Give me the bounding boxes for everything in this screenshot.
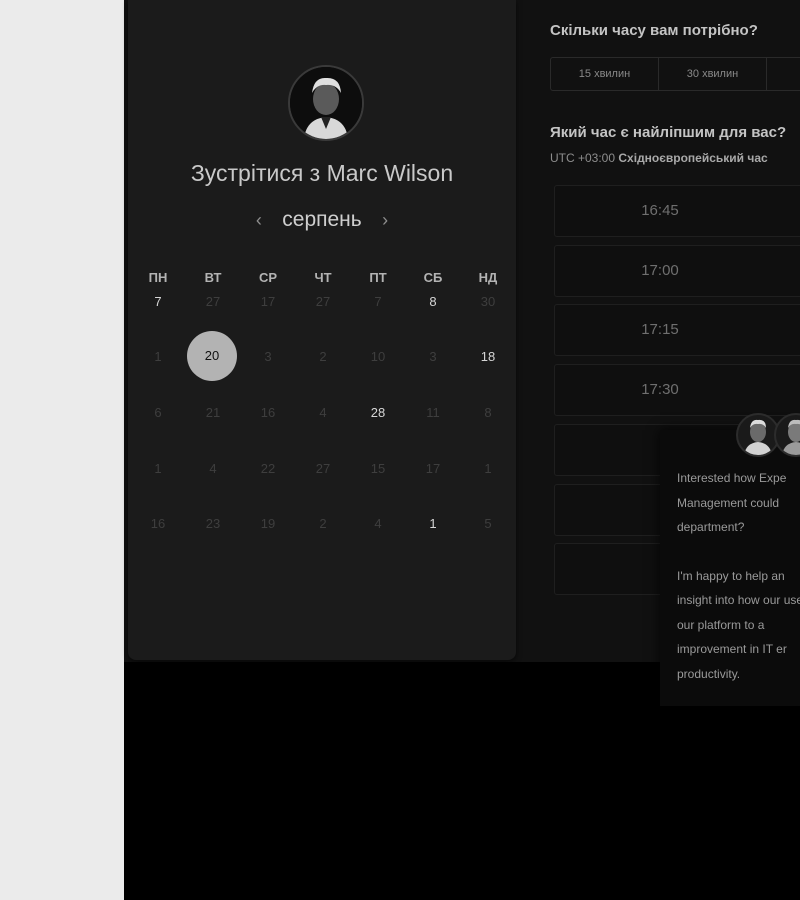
page-gutter	[0, 0, 124, 900]
duration-option-60[interactable]: 1	[767, 58, 800, 90]
duration-selector: 15 хвилин 30 хвилин 1	[550, 57, 800, 91]
duration-question: Скільки часу вам потрібно?	[550, 22, 758, 39]
calendar-day: 1	[484, 461, 492, 476]
time-slot[interactable]: 17:00	[554, 245, 800, 297]
timezone-offset: UTC +03:00	[550, 151, 616, 165]
calendar-day: 27	[315, 461, 331, 476]
calendar-day: 10	[370, 349, 386, 364]
meeting-title: Зустрітися з Marc Wilson	[190, 160, 454, 186]
calendar-day: 17	[260, 294, 276, 309]
calendar-day: 2	[319, 516, 327, 531]
calendar-day: 5	[484, 516, 492, 531]
calendar-day-selected[interactable]: 20	[187, 331, 237, 381]
calendar-day: 15	[370, 461, 386, 476]
timezone-label[interactable]: UTC +03:00 Східноєвропейський час	[550, 151, 768, 165]
timezone-name: Східноєвропейський час	[618, 151, 768, 165]
calendar-day: 23	[205, 516, 221, 531]
person-icon	[744, 419, 772, 455]
duration-option-15[interactable]: 15 хвилин	[551, 58, 659, 90]
calendar-day[interactable]: 8	[408, 277, 458, 327]
time-slot[interactable]: 17:15	[554, 304, 800, 356]
calendar-day[interactable]: 28	[353, 388, 403, 438]
chat-message-text: Interested how Expe Management could dep…	[677, 471, 787, 534]
calendar-day: 16	[260, 405, 276, 420]
person-icon	[290, 67, 362, 139]
prev-month-icon[interactable]: ‹	[256, 210, 262, 231]
calendar-day: 2	[319, 349, 327, 364]
month-navigation: ‹ серпень ›	[128, 208, 516, 232]
current-month: серпень	[282, 208, 362, 231]
calendar-day: 27	[205, 294, 221, 309]
duration-option-30[interactable]: 30 хвилин	[659, 58, 767, 90]
time-slot[interactable]: 16:45	[554, 185, 800, 237]
calendar-day: 1	[154, 349, 162, 364]
calendar-day: 4	[319, 405, 327, 420]
calendar-day: 7	[374, 294, 382, 309]
calendar-day: 1	[154, 461, 162, 476]
calendar-day[interactable]: 18	[463, 332, 513, 382]
calendar-day: 21	[205, 405, 221, 420]
calendar-day: 3	[429, 349, 437, 364]
calendar-day: 4	[209, 461, 217, 476]
calendar-day: 11	[426, 405, 440, 420]
calendar-day: 3	[264, 349, 272, 364]
next-month-icon[interactable]: ›	[382, 210, 388, 231]
calendar-day: 17	[425, 461, 441, 476]
calendar-day: 19	[260, 516, 276, 531]
calendar-day: 4	[374, 516, 382, 531]
person-icon	[782, 419, 800, 455]
calendar-day[interactable]: 7	[133, 277, 183, 327]
calendar-day: 6	[154, 405, 162, 420]
calendar-day: 27	[315, 294, 331, 309]
calendar-day: 16	[150, 516, 166, 531]
calendar-day: 30	[480, 294, 496, 309]
calendar-day[interactable]: 1	[408, 499, 458, 549]
calendar-day: 8	[484, 405, 492, 420]
chat-message-text: I'm happy to help an insight into how ou…	[677, 568, 800, 681]
calendar-day: 22	[260, 461, 276, 476]
host-avatar	[288, 65, 364, 141]
time-slot[interactable]: 17:30	[554, 364, 800, 416]
chat-message: Interested how Expe Management could dep…	[677, 466, 800, 710]
time-question: Який час є найліпшим для вас?	[550, 124, 787, 141]
